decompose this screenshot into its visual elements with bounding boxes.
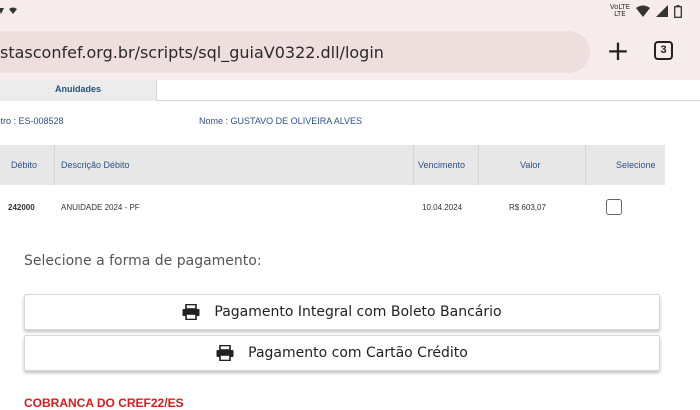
page-tab-strip: Anuidades [0, 80, 700, 101]
wifi-icon [636, 5, 650, 17]
header-debito: Débito [11, 160, 38, 170]
tab-anuidades[interactable]: Anuidades [0, 80, 157, 101]
printer-icon [216, 345, 234, 361]
address-bar[interactable]: stasconfef.org.br/scripts/sql_guiaV0322.… [0, 31, 590, 73]
boleto-button-label[interactable]: Pagamento Integral com Boleto Bancário [214, 304, 501, 320]
plus-icon[interactable]: + [606, 34, 629, 67]
nome-label: Nome : GUSTAVO DE OLIVEIRA ALVES [199, 116, 363, 126]
column-divider [585, 145, 586, 185]
volte-indicator: VoLTE LTE [610, 4, 630, 18]
column-divider [478, 145, 479, 185]
signal-icon [656, 5, 668, 17]
column-divider [413, 145, 414, 185]
header-selecione: Selecione [616, 160, 656, 170]
select-debito-checkbox[interactable] [606, 199, 622, 215]
cobranca-heading: COBRANCA DO CREF22/ES [24, 396, 184, 410]
cell-descricao: ANUIDADE 2024 - PF [61, 203, 140, 212]
status-bar: VoLTE LTE [0, 0, 700, 26]
header-valor: Valor [520, 160, 541, 170]
tab-count: 3 [660, 44, 667, 56]
column-divider [54, 145, 55, 185]
header-descricao: Descrição Débito [61, 160, 130, 170]
cell-vencimento: 10.04.2024 [422, 203, 463, 212]
boleto-payment-button[interactable]: Pagamento Integral com Boleto Bancário [24, 294, 660, 330]
system-icons: VoLTE LTE [610, 4, 682, 18]
cell-valor: R$ 603,07 [509, 203, 546, 212]
tab-switcher-button[interactable]: 3 [654, 41, 673, 60]
notification-icon [0, 7, 17, 14]
registro-label: stro : ES-008528 [0, 116, 64, 126]
member-info: stro : ES-008528 Nome : GUSTAVO DE OLIVE… [0, 110, 700, 132]
cell-debito: 242000 [8, 203, 35, 212]
browser-toolbar: stasconfef.org.br/scripts/sql_guiaV0322.… [0, 26, 700, 80]
new-tab-button[interactable]: + [606, 36, 630, 66]
printer-icon [182, 304, 200, 320]
header-vencimento: Vencimento [418, 160, 466, 170]
battery-icon [674, 4, 682, 18]
lte-text: LTE [614, 10, 626, 18]
cartao-payment-button[interactable]: Pagamento com Cartão Crédito [24, 335, 660, 371]
cartao-button-label[interactable]: Pagamento com Cartão Crédito [248, 345, 468, 361]
table-header: Débito Descrição Débito Vencimento Valor… [0, 145, 665, 185]
table-row: 242000 ANUIDADE 2024 - PF 10.04.2024 R$ … [0, 187, 665, 229]
payment-method-label: Selecione a forma de pagamento: [24, 253, 262, 269]
notification-icons [0, 5, 20, 20]
url-text[interactable]: stasconfef.org.br/scripts/sql_guiaV0322.… [0, 43, 384, 62]
